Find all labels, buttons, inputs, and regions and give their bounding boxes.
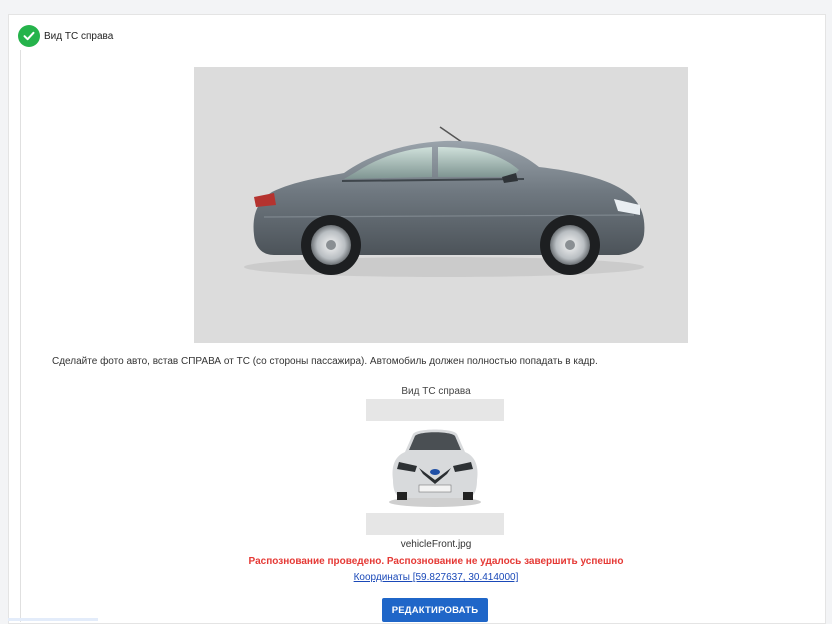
- upload-caption: Вид ТС справа: [401, 386, 471, 397]
- coordinates-link[interactable]: Координаты [59.827637, 30.414000]: [0, 572, 832, 583]
- step-title: Вид ТС справа: [44, 30, 114, 42]
- file-name: vehicleFront.jpg: [400, 539, 472, 550]
- focus-highlight: [8, 618, 98, 621]
- check-circle-icon: [18, 25, 40, 47]
- recognition-status: Распознование проведено. Распознование н…: [248, 556, 624, 567]
- uploaded-photo-thumbnail[interactable]: [379, 422, 491, 510]
- step-header: Вид ТС справа: [18, 25, 113, 47]
- photo-instruction: Сделайте фото авто, встав СПРАВА от ТС (…: [52, 356, 598, 367]
- car-front-illustration: [389, 429, 481, 507]
- step-connector-line: [20, 50, 21, 622]
- car-side-illustration: [244, 126, 645, 277]
- thumbnail-bottom-bar: [366, 513, 504, 535]
- edit-button[interactable]: РЕДАКТИРОВАТЬ: [382, 598, 488, 622]
- example-car-photo: [194, 67, 688, 343]
- thumbnail-top-bar: [366, 399, 504, 421]
